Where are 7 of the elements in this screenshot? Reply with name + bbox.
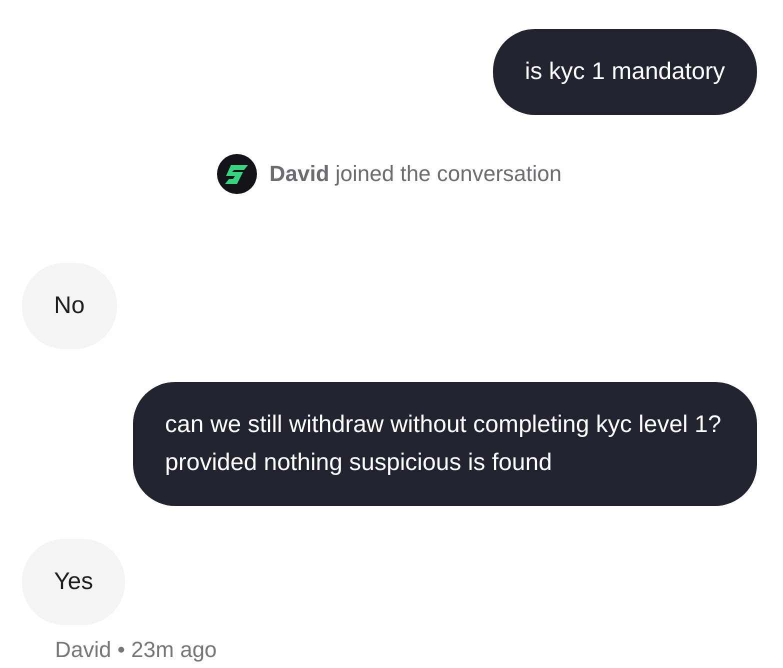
- join-notice: David joined the conversation: [269, 161, 562, 187]
- user-message-bubble: can we still withdraw without completing kyc level 1? provided nothing suspicious is found: [133, 382, 757, 506]
- agent-message-bubble: Yes: [22, 539, 126, 625]
- agent-message-bubble: No: [22, 263, 117, 349]
- user-message-bubble: is kyc 1 mandatory: [492, 29, 757, 115]
- logo-icon: [217, 154, 258, 194]
- message-meta: David • 23m ago: [54, 637, 218, 663]
